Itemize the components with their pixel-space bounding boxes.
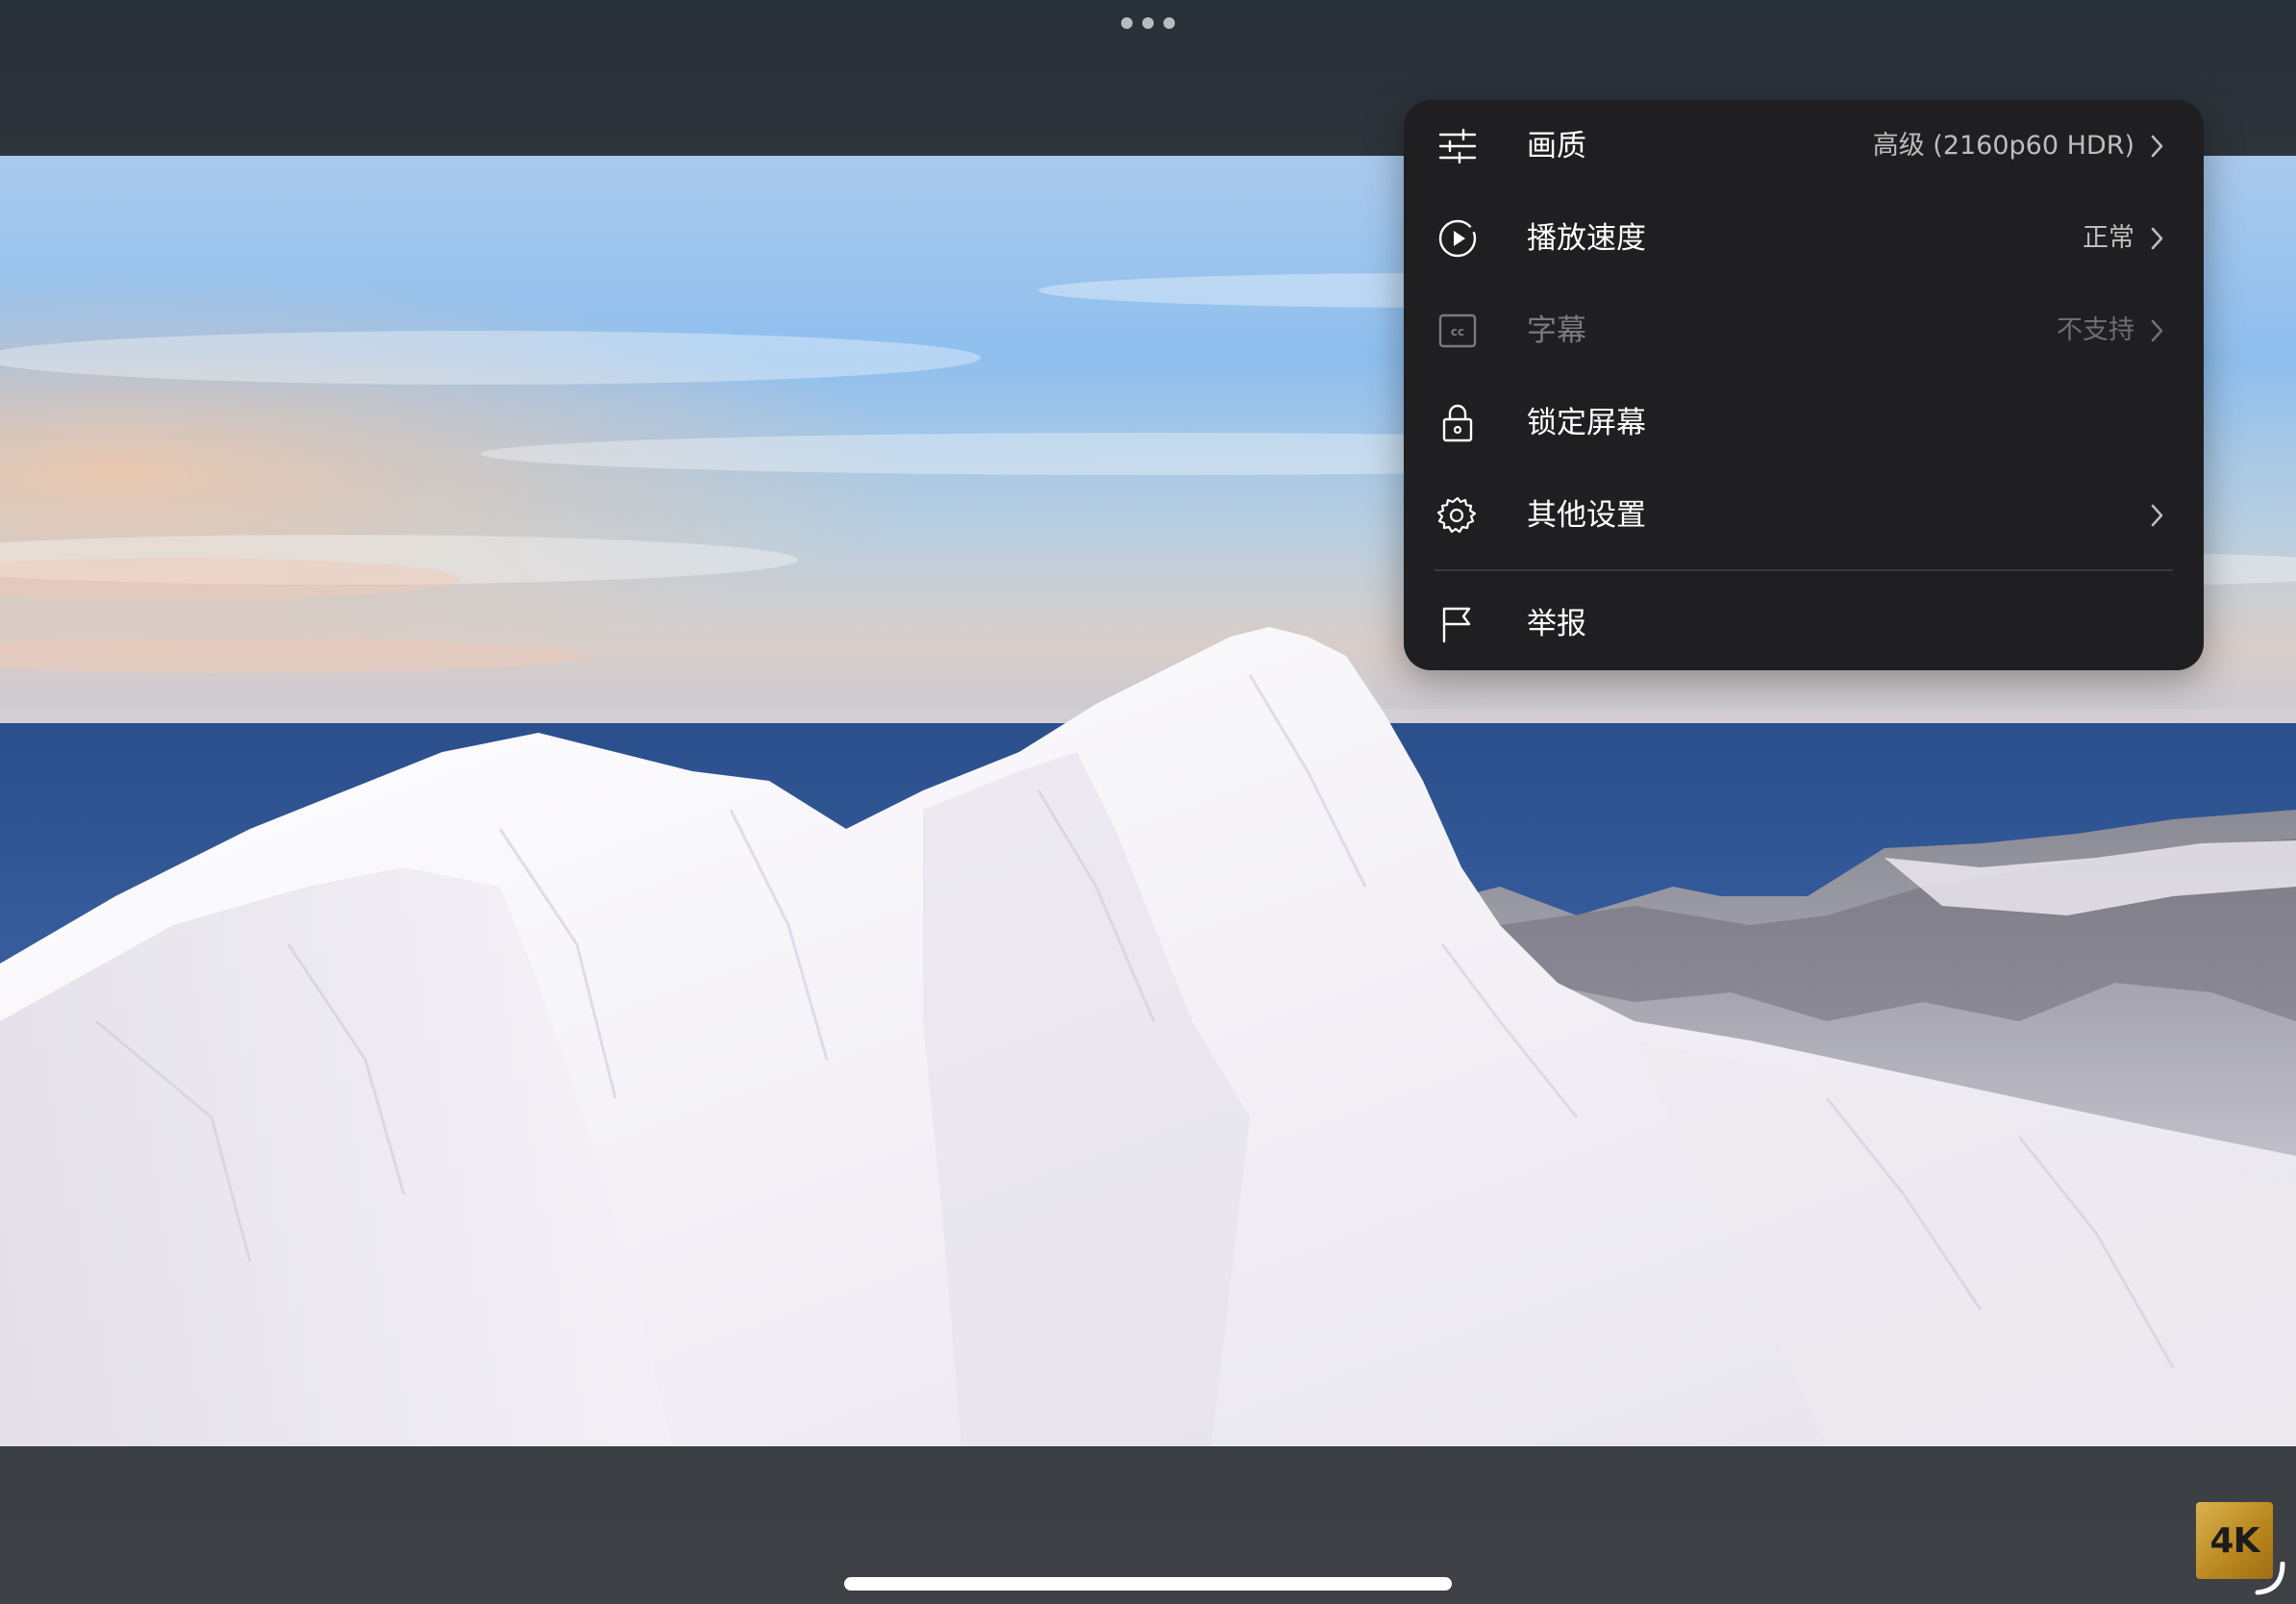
resize-hook-icon (2255, 1562, 2285, 1595)
menu-item-report[interactable]: 举报 (1404, 578, 2204, 670)
flag-icon (1442, 607, 1471, 643)
menu-item-label: 字幕 (1527, 313, 1586, 348)
play-circle-icon (1438, 219, 1477, 258)
chevron-right-icon (2151, 227, 2163, 250)
menu-item-quality[interactable]: 画质 高级 (2160p60 HDR) (1404, 100, 2204, 192)
more-options-dots-icon[interactable] (1121, 15, 1175, 31)
menu-item-label: 锁定屏幕 (1527, 406, 1646, 440)
chevron-right-icon (2151, 135, 2163, 158)
menu-item-lock-screen[interactable]: 锁定屏幕 (1404, 377, 2204, 469)
menu-item-value: 高级 (2160p60 HDR) (1872, 131, 2134, 161)
svg-text:cc: cc (1451, 325, 1464, 338)
4k-badge-text: 4K (2209, 1520, 2260, 1561)
menu-item-label: 其他设置 (1527, 498, 1646, 533)
menu-item-playback-speed[interactable]: 播放速度 正常 (1404, 192, 2204, 285)
menu-item-label: 画质 (1527, 129, 1586, 163)
menu-item-value: 不支持 (2057, 315, 2134, 345)
menu-divider (1435, 569, 2173, 571)
menu-item-label: 播放速度 (1527, 221, 1646, 256)
chevron-right-icon (2151, 319, 2163, 342)
menu-item-value: 正常 (2083, 223, 2134, 253)
cc-icon: cc (1438, 313, 1477, 348)
screen: 4K 画质 高级 (2160p60 HDR) 播放速度 正常 cc 字幕 不支持… (0, 0, 2296, 1604)
settings-menu: 画质 高级 (2160p60 HDR) 播放速度 正常 cc 字幕 不支持 锁定… (1404, 100, 2204, 670)
home-indicator[interactable] (844, 1577, 1452, 1591)
sliders-icon (1438, 128, 1477, 164)
chevron-right-icon (2151, 504, 2163, 527)
menu-item-other-settings[interactable]: 其他设置 (1404, 469, 2204, 562)
lock-icon (1442, 404, 1473, 442)
menu-item-label: 举报 (1527, 607, 1586, 641)
menu-item-subtitles[interactable]: cc 字幕 不支持 (1404, 285, 2204, 377)
gear-icon (1436, 496, 1477, 534)
